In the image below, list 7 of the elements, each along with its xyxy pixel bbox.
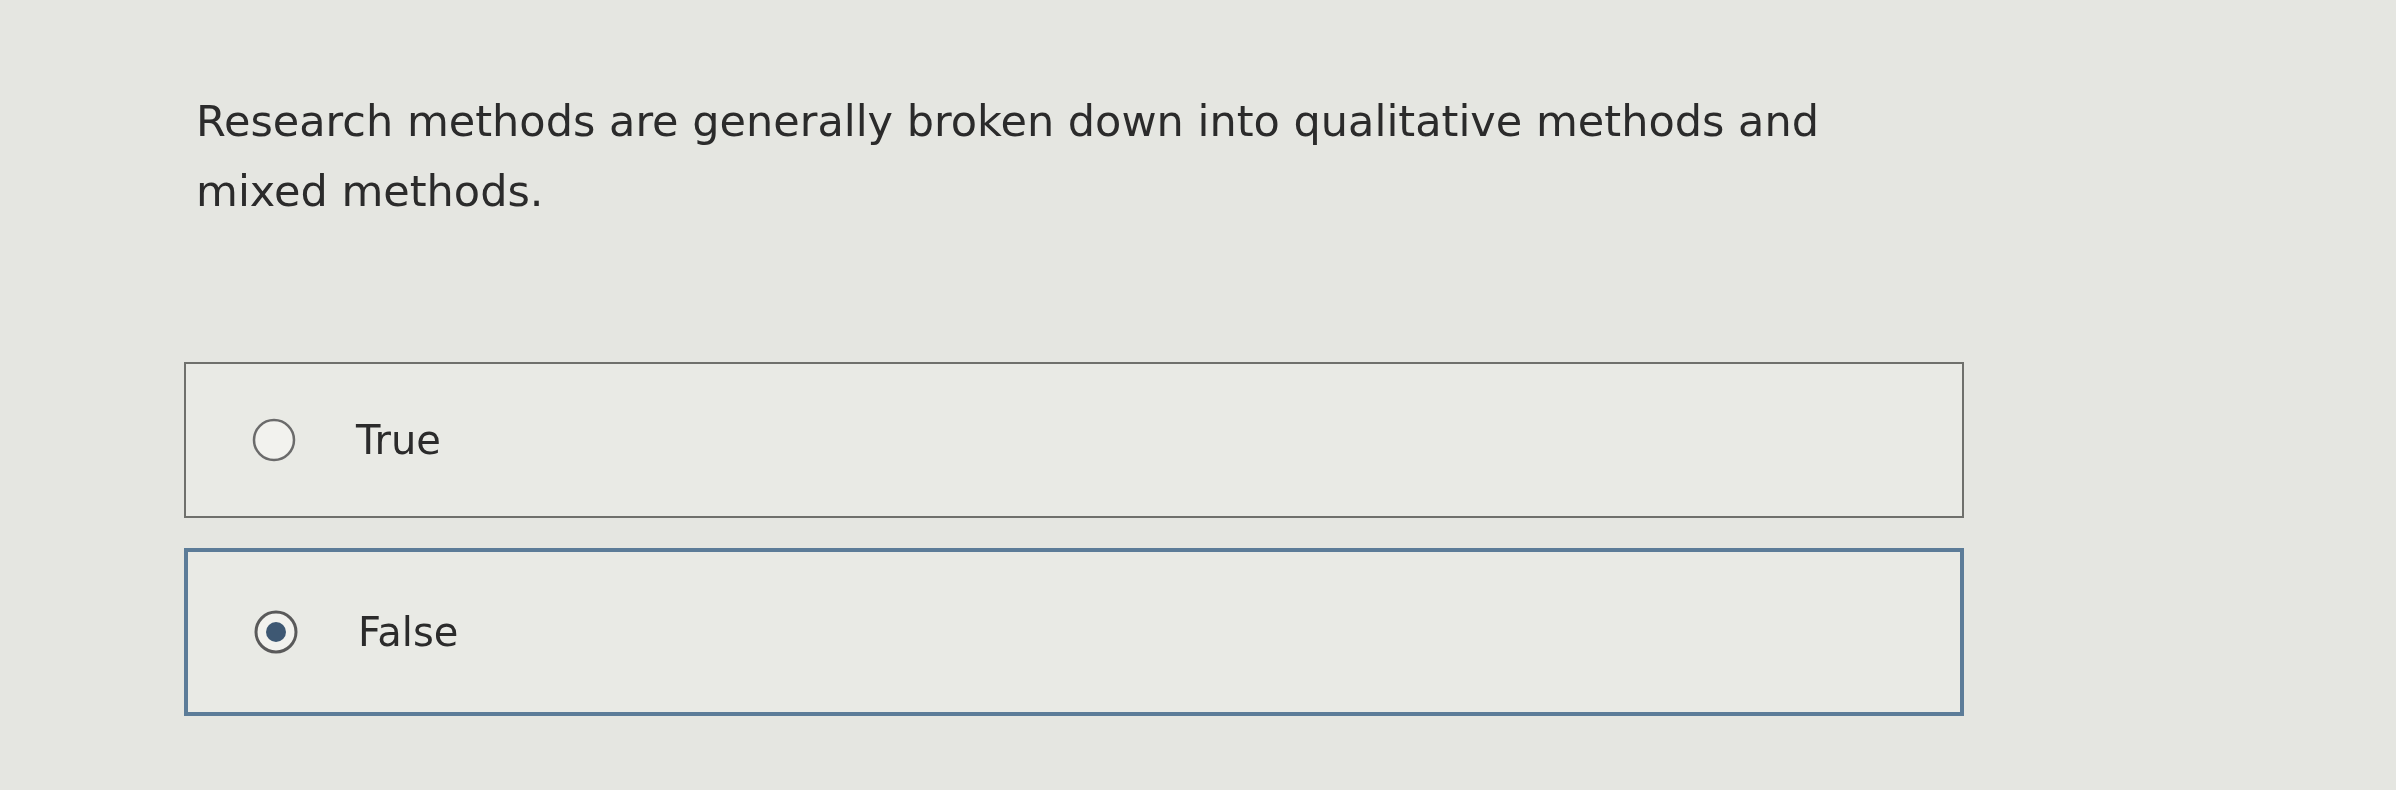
radio-icon[interactable] [252, 418, 296, 462]
answer-option[interactable]: True [184, 362, 1964, 518]
option-label: True [356, 416, 441, 464]
radio-icon[interactable] [254, 610, 298, 654]
option-label: False [358, 608, 459, 656]
answer-option[interactable]: False [184, 548, 1964, 716]
question-text: Research methods are generally broken down into qualitative methods and mixed methods. [196, 95, 1820, 218]
